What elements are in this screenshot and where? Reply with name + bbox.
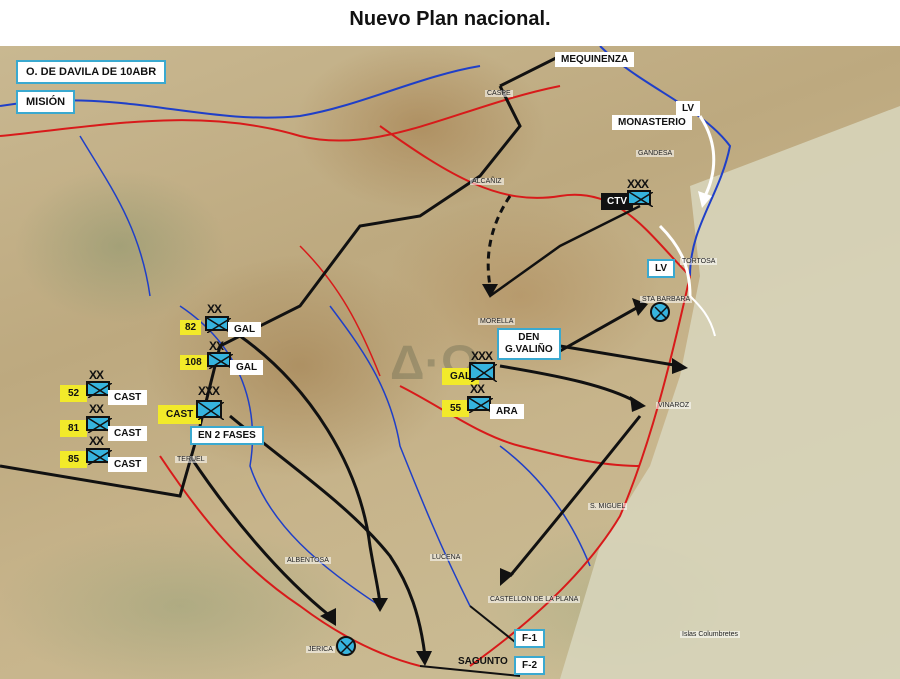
unit-size-mark: XXX <box>627 177 649 191</box>
town-sta-barbara: STA BARBARA <box>640 296 693 303</box>
infantry-unit-symbol[interactable] <box>86 448 112 465</box>
advance-arrow <box>559 304 641 353</box>
unit-55-group: ARA <box>490 404 524 419</box>
infantry-unit-symbol[interactable] <box>207 352 233 369</box>
town-gandesa: GANDESA <box>636 150 675 157</box>
unit-81-group: CAST <box>108 426 148 441</box>
label-monasterio: MONASTERIO <box>612 115 692 130</box>
unit-size-mark: XX <box>470 382 485 396</box>
unit-size-mark: XXX <box>471 349 493 363</box>
page-title: Nuevo Plan nacional. <box>349 8 551 30</box>
unit-85-number: 85 <box>60 451 88 468</box>
unit-55-number: 55 <box>442 400 470 417</box>
town-vinaroz: VINAROZ <box>656 402 692 409</box>
label-sagunto: SAGUNTO <box>458 656 508 667</box>
unit-size-mark: XXX <box>198 384 220 398</box>
unit-size-mark: XX <box>89 434 104 448</box>
arrow-head <box>500 568 514 586</box>
town-islas: Islas Columbretes <box>680 631 741 638</box>
sea-area <box>560 106 900 679</box>
town-castellon: CASTELLON DE LA PLANA <box>488 596 581 603</box>
label-mequinenza: MEQUINENZA <box>555 52 635 67</box>
unit-52-group: CAST <box>108 390 148 405</box>
rail-line <box>0 85 561 142</box>
label-f2: F-2 <box>514 656 545 675</box>
unit-82-number: 82 <box>180 320 202 335</box>
infantry-unit-symbol[interactable] <box>196 400 224 420</box>
town-san-miguel: S. MIGUEL <box>588 503 628 510</box>
advance-arrow <box>559 344 681 368</box>
infantry-unit-symbol[interactable] <box>467 396 493 413</box>
label-lv-east: LV <box>647 259 676 278</box>
infantry-unit-symbol[interactable] <box>86 381 112 398</box>
mission-box: MISIÓN <box>16 90 76 114</box>
advance-arrow <box>239 334 382 607</box>
town-albentosa: ALBENTOSA <box>285 557 331 564</box>
map[interactable]: Δ·Ω CASPE GANDESA TORTOSA TERUEL ALBENTO… <box>0 46 900 679</box>
unit-size-mark: XX <box>209 339 224 353</box>
objective-marker[interactable] <box>650 302 670 322</box>
unit-size-mark: XX <box>89 368 104 382</box>
infantry-unit-symbol[interactable] <box>86 416 112 433</box>
infantry-unit-symbol[interactable] <box>469 362 497 382</box>
arrow-head <box>416 651 432 666</box>
arrow-head <box>630 396 646 412</box>
infantry-unit-symbol[interactable] <box>205 316 231 333</box>
town-teruel: TERUEL <box>175 456 207 463</box>
river <box>79 135 151 297</box>
front-line <box>489 204 641 298</box>
infantry-unit-symbol[interactable] <box>627 190 653 207</box>
unit-82-group: GAL <box>228 322 262 337</box>
arrow-head <box>372 598 388 612</box>
label-f1: F-1 <box>514 629 545 648</box>
objective-marker[interactable] <box>336 636 356 656</box>
river <box>499 445 591 567</box>
town-caspe: CASPE <box>485 90 513 97</box>
label-den-valino: DEN G.VALIÑO <box>497 328 561 360</box>
unit-size-mark: XX <box>89 402 104 416</box>
phase-line <box>469 605 521 647</box>
road <box>299 245 381 377</box>
unit-52-number: 52 <box>60 385 88 402</box>
town-lucena: LUCENA <box>430 554 463 561</box>
unit-size-mark: XX <box>207 302 222 316</box>
town-tortosa: TORTOSA <box>680 258 718 265</box>
label-lv-north: LV <box>676 101 701 116</box>
town-alcaniz: ALCAÑIZ <box>470 178 504 185</box>
unit-108-group: GAL <box>230 360 264 375</box>
advance-arrow <box>499 364 641 406</box>
town-jerica: JERICA <box>306 646 335 653</box>
label-en-2-fases: EN 2 FASES <box>190 426 264 445</box>
unit-108-number: 108 <box>180 355 207 370</box>
unit-81-number: 81 <box>60 420 88 437</box>
unit-85-group: CAST <box>108 457 148 472</box>
road <box>399 385 641 467</box>
town-morella: MORELLA <box>478 318 516 325</box>
order-box: O. DE DAVILA DE 10ABR <box>16 60 167 84</box>
unit-cast-label: CAST <box>158 405 202 424</box>
front-line <box>499 54 561 88</box>
dashed-advance-arrow <box>486 195 512 287</box>
